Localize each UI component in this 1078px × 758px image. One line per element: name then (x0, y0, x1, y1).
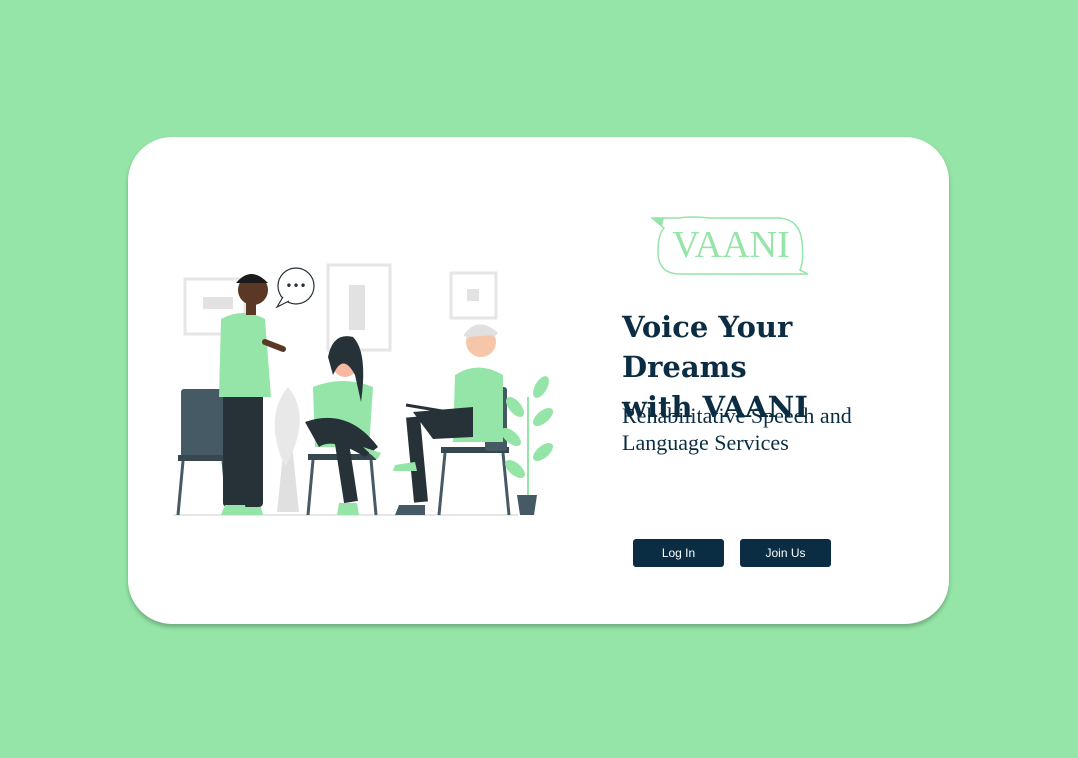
chair-empty (181, 389, 223, 459)
login-button[interactable]: Log In (633, 539, 724, 567)
svg-text:•••: ••• (285, 279, 306, 293)
sitting-man (393, 324, 503, 515)
standing-man (219, 274, 286, 515)
group-therapy-illustration: ••• (173, 263, 553, 516)
sitting-woman (305, 336, 381, 515)
hero-subtitle-line2: Language Services (622, 430, 789, 455)
hero-headline-line1: Voice Your Dreams (622, 310, 793, 384)
brand-logo-text: VAANI (672, 224, 790, 266)
hero-subtitle: Rehabilitative Speech and Language Servi… (622, 402, 922, 456)
join-us-button[interactable]: Join Us (740, 539, 831, 567)
speech-bubble-icon: ••• (275, 267, 315, 309)
hero-subtitle-line1: Rehabilitative Speech and (622, 403, 852, 428)
welcome-card: ••• VAANI Voice Your Dreams with VAANI R… (128, 137, 949, 624)
